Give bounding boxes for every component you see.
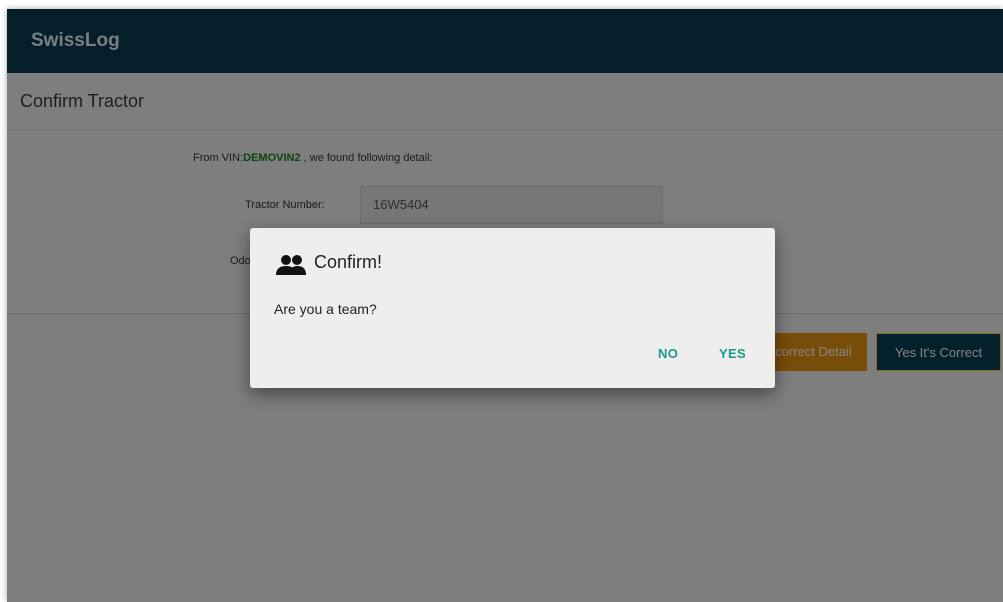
dialog-message: Are you a team? [274,301,377,317]
dialog-title: Confirm! [314,252,383,272]
group-icon [276,255,306,275]
yes-button[interactable]: YES [719,346,746,361]
app-window: SwissLog Confirm Tractor From VIN:DEMOVI… [7,9,1003,602]
no-button[interactable]: NO [658,346,678,361]
confirm-dialog: Confirm! Are you a team? NO YES [250,228,775,388]
